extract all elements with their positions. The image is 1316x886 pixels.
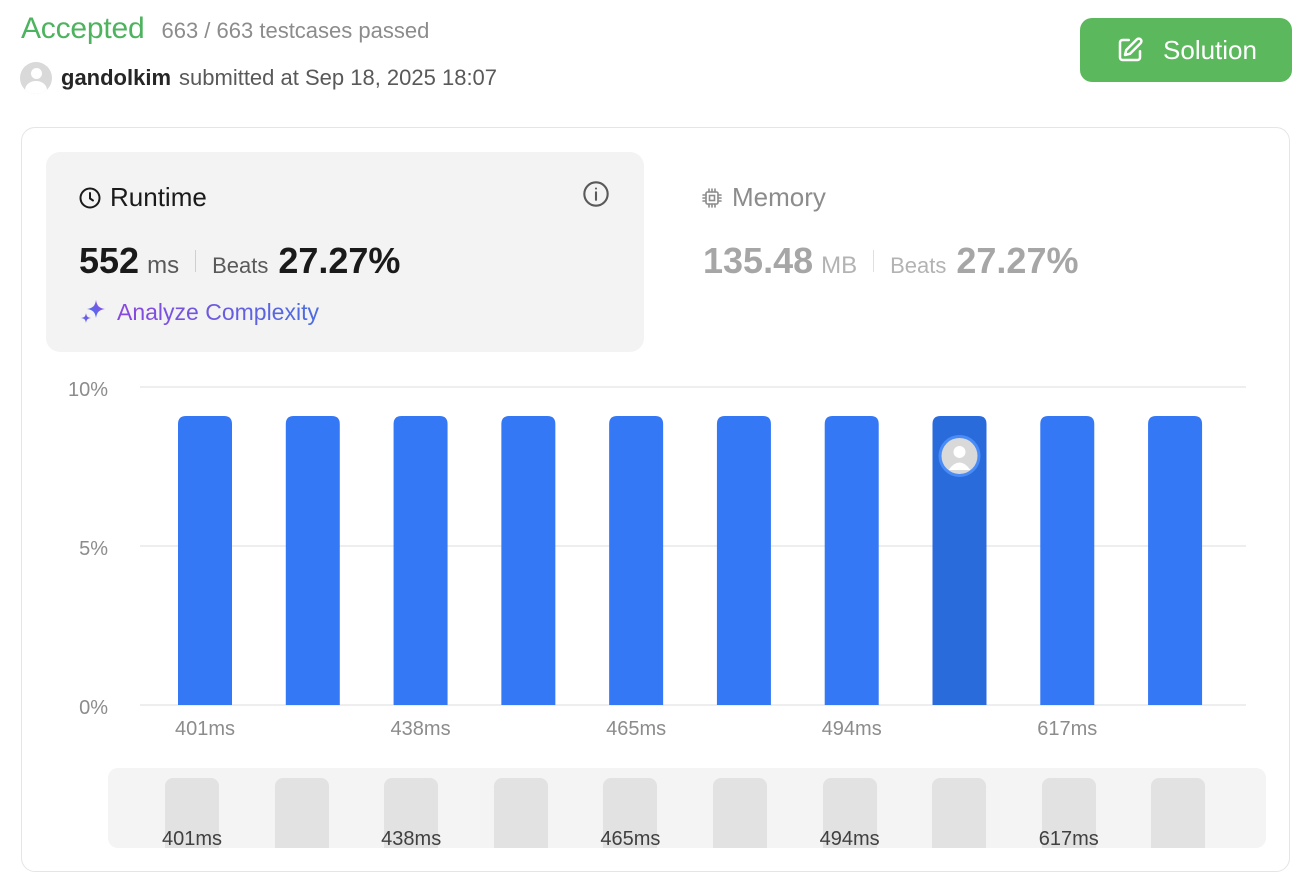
mini-tick-label: 438ms — [381, 828, 442, 850]
x-tick-label: 438ms — [391, 718, 451, 740]
y-tick-label: 5% — [79, 538, 108, 560]
bar[interactable] — [609, 415, 664, 705]
range-selector[interactable]: 401ms 438ms 465ms 494ms 617ms — [108, 768, 1266, 850]
x-tick-label: 494ms — [822, 718, 882, 740]
mini-bar — [713, 778, 767, 848]
mini-tick-label: 401ms — [161, 828, 223, 850]
avatar-head — [953, 445, 966, 458]
bar[interactable] — [1040, 415, 1095, 705]
x-tick-label: 401ms — [175, 718, 235, 740]
runtime-distribution-chart: 10% 5% 0% 401ms 438ms 465ms 494ms 617ms — [68, 379, 1246, 740]
bar[interactable] — [285, 415, 340, 705]
x-tick-label: 617ms — [1037, 718, 1097, 740]
mini-tick-label: 617ms — [1038, 828, 1099, 850]
mini-bar — [932, 778, 987, 848]
mini-tick-label: 494ms — [819, 828, 880, 850]
y-tick-label: 10% — [68, 379, 108, 401]
mini-tick-label: 465ms — [600, 828, 661, 850]
bar[interactable] — [501, 415, 556, 705]
bar[interactable] — [393, 415, 448, 705]
bar[interactable] — [716, 415, 771, 705]
x-tick-label: 465ms — [606, 718, 666, 740]
bar[interactable] — [1148, 415, 1203, 705]
mini-bar — [1151, 778, 1206, 848]
y-tick-label: 0% — [79, 697, 108, 719]
bar[interactable] — [824, 415, 879, 705]
bar[interactable] — [178, 415, 232, 705]
mini-bar — [493, 778, 548, 848]
mini-bar — [274, 778, 329, 848]
